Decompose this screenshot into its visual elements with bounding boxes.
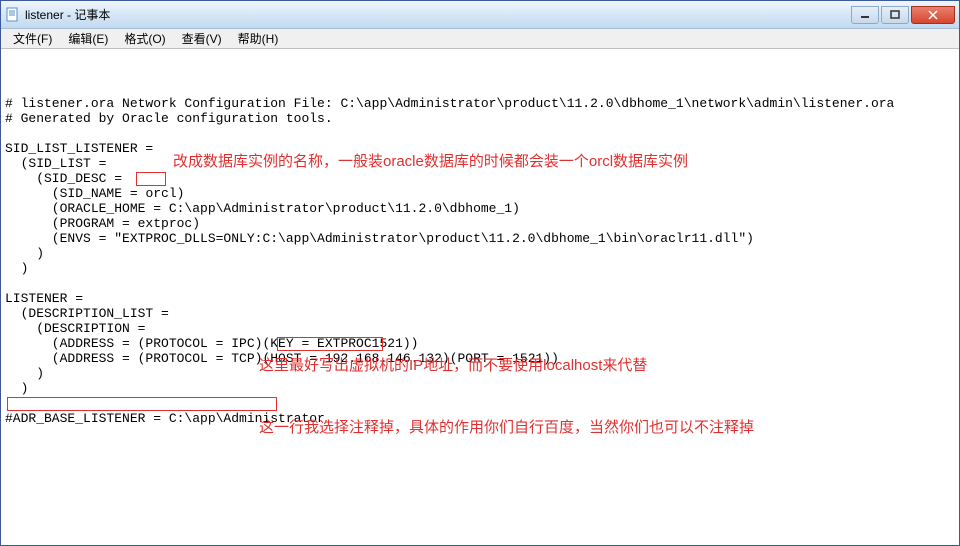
code-line: # listener.ora Network Configuration Fil…	[5, 96, 894, 111]
code-line: (SID_DESC =	[5, 171, 122, 186]
window-controls	[851, 6, 955, 24]
code-line: (SID_NAME =	[5, 186, 145, 201]
menu-edit[interactable]: 编辑(E)	[60, 28, 116, 49]
code-line: (ENVS = "EXTPROC_DLLS=ONLY:C:\app\Admini…	[5, 231, 754, 246]
titlebar[interactable]: listener - 记事本	[1, 1, 959, 29]
menu-file[interactable]: 文件(F)	[5, 28, 60, 49]
menu-help[interactable]: 帮助(H)	[230, 28, 287, 49]
annotation-ip: 这里最好写出虚拟机的IP地址，而不要使用localhost来代替	[259, 357, 879, 375]
code-line: (ORACLE_HOME = C:\app\Administrator\prod…	[5, 201, 520, 216]
code-line: )	[177, 186, 185, 201]
window-title: listener - 记事本	[25, 6, 851, 23]
annotation-adr: 这一行我选择注释掉，具体的作用你们自行百度，当然你们也可以不注释掉	[259, 419, 819, 437]
code-line: LISTENER =	[5, 291, 83, 306]
code-line: )	[5, 261, 28, 276]
notepad-icon	[5, 7, 21, 23]
annotation-sid: 改成数据库实例的名称，一般装oracle数据库的时候都会装一个orcl数据库实例	[173, 153, 793, 171]
close-button[interactable]	[911, 6, 955, 24]
code-line: (DESCRIPTION_LIST =	[5, 306, 169, 321]
notepad-window: listener - 记事本 文件(F) 编辑(E) 格式(O) 查看(V) 帮…	[0, 0, 960, 546]
maximize-button[interactable]	[881, 6, 909, 24]
code-line: (DESCRIPTION =	[5, 321, 145, 336]
code-line: (SID_LIST =	[5, 156, 106, 171]
minimize-button[interactable]	[851, 6, 879, 24]
text-editor[interactable]: # listener.ora Network Configuration Fil…	[1, 49, 959, 545]
menu-view[interactable]: 查看(V)	[174, 28, 230, 49]
code-line: SID_LIST_LISTENER =	[5, 141, 153, 156]
code-line: (PROGRAM = extproc)	[5, 216, 200, 231]
highlight-sid-name: orcl	[145, 186, 176, 201]
highlight-box-adr	[7, 397, 277, 411]
editor-content: # listener.ora Network Configuration Fil…	[5, 81, 955, 545]
menubar: 文件(F) 编辑(E) 格式(O) 查看(V) 帮助(H)	[1, 29, 959, 49]
menu-format[interactable]: 格式(O)	[116, 28, 173, 49]
code-line: )	[5, 381, 28, 396]
highlight-box-orcl	[136, 172, 166, 186]
code-line: (ADDRESS = (PROTOCOL = IPC)(KEY = EXTPRO…	[5, 336, 418, 351]
code-line: )	[5, 246, 44, 261]
code-line: # Generated by Oracle configuration tool…	[5, 111, 333, 126]
code-line: )	[5, 366, 44, 381]
